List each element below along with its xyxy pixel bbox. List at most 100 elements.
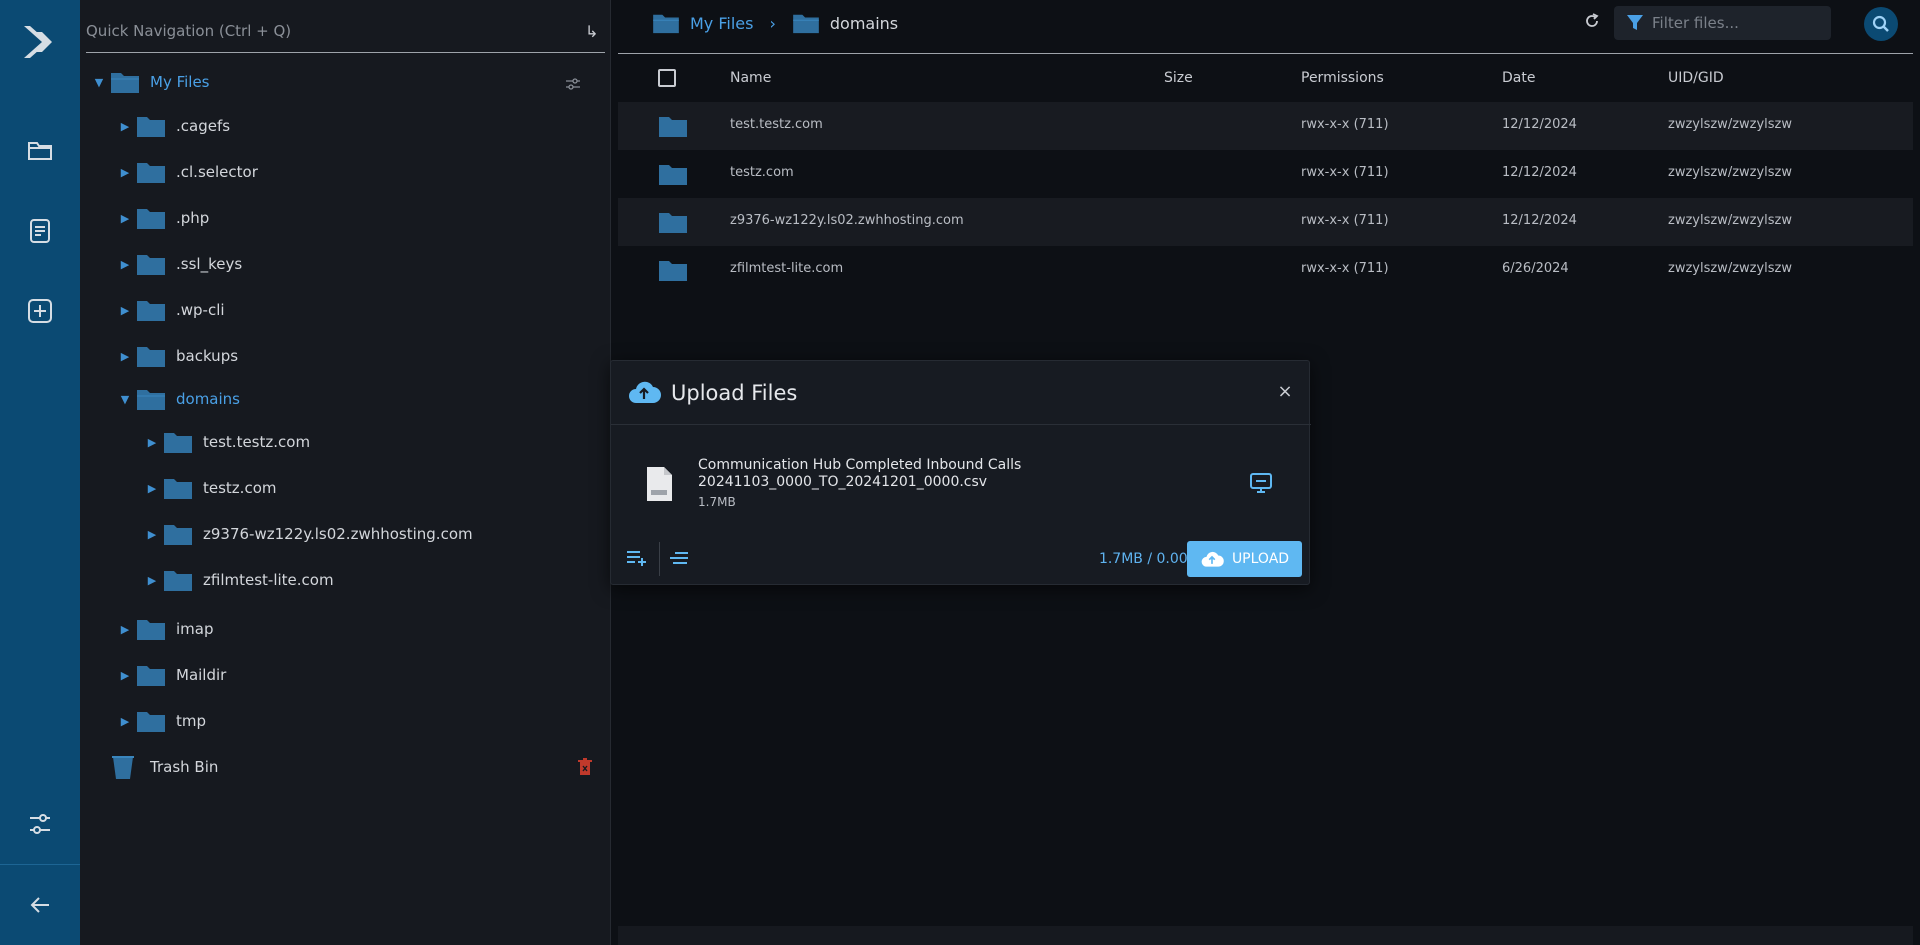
folder-icon [137,163,165,183]
column-header-permissions[interactable]: Permissions [1301,70,1384,86]
empty-trash-delete-icon[interactable] [578,758,594,776]
tree-item-test-testz[interactable]: ▶ test.testz.com [143,424,310,460]
quick-navigation-input[interactable]: Quick Navigation (Ctrl + Q) [86,22,585,40]
caret-down-icon[interactable]: ▼ [116,393,134,406]
tree-item-wp-cli[interactable]: ▶ .wp-cli [116,292,225,328]
cell-permissions: rwx-x-x (711) [1301,213,1389,228]
tree-options-sliders-icon[interactable] [565,76,581,92]
folder-icon [164,525,192,545]
cell-permissions: rwx-x-x (711) [1301,117,1389,132]
tree-label: My Files [150,73,210,91]
cell-permissions: rwx-x-x (711) [1301,165,1389,180]
upload-files-dialog: Upload Files × Communication Hub Complet… [610,360,1311,585]
table-row[interactable]: z9376-wz122y.ls02.zwhhosting.com rwx-x-x… [618,198,1913,246]
caret-right-icon[interactable]: ▶ [116,166,134,179]
folder-icon [164,479,192,499]
tree-item-maildir[interactable]: ▶ Maildir [116,657,226,693]
tree-item-tmp[interactable]: ▶ tmp [116,703,206,739]
caret-right-icon[interactable]: ▶ [116,623,134,636]
tree-label: z9376-wz122y.ls02.zwhhosting.com [203,525,473,543]
folder-icon [137,117,165,137]
cell-name: testz.com [730,165,794,180]
caret-right-icon[interactable]: ▶ [143,528,161,541]
search-button[interactable] [1864,7,1898,41]
cell-date: 12/12/2024 [1502,165,1577,180]
upload-button[interactable]: UPLOAD [1187,541,1302,577]
tree-item-backups[interactable]: ▶ backups [116,338,238,374]
tree-label: .ssl_keys [176,255,243,273]
column-header-name[interactable]: Name [730,70,771,86]
folder-icon [137,301,165,321]
select-all-checkbox[interactable] [658,69,676,87]
collapse-arrow-left-icon[interactable] [26,891,54,919]
caret-right-icon[interactable]: ▶ [116,304,134,317]
add-new-icon[interactable] [26,297,54,325]
breadcrumb: My Files › domains [652,10,898,36]
dialog-header: Upload Files × [611,361,1311,425]
cell-date: 6/26/2024 [1502,261,1569,276]
caret-right-icon[interactable]: ▶ [116,350,134,363]
search-icon [1872,15,1889,32]
column-header-uid-gid[interactable]: UID/GID [1668,70,1724,86]
folder-open-icon [653,14,679,34]
cell-permissions: rwx-x-x (711) [1301,261,1389,276]
tree-item-cl-selector[interactable]: ▶ .cl.selector [116,154,258,190]
caret-right-icon[interactable]: ▶ [143,482,161,495]
quick-navigation[interactable]: Quick Navigation (Ctrl + Q) ↳ [86,10,605,53]
upload-progress-text: 1.7MB / 0.00% [1098,551,1201,567]
trash-can-icon [112,756,134,779]
table-row[interactable]: testz.com rwx-x-x (711) 12/12/2024 zwzyl… [618,150,1913,198]
filter-files-input[interactable] [1652,14,1812,32]
tree-label: .php [176,209,210,227]
tree-label: Maildir [176,666,227,684]
cell-uid-gid: zwzylszw/zwzylszw [1668,213,1793,228]
tree-item-z9376[interactable]: ▶ z9376-wz122y.ls02.zwhhosting.com [143,516,473,552]
tree-item-cagefs[interactable]: ▶ .cagefs [116,108,230,144]
filter-box[interactable] [1614,6,1831,40]
enter-arrow-icon[interactable]: ↳ [585,22,605,41]
breadcrumb-my-files[interactable]: My Files [690,14,753,33]
folder-open-icon [111,73,139,93]
notes-document-icon[interactable] [26,217,54,245]
upload-file-size: 1.7MB [698,495,736,509]
clear-list-icon[interactable] [669,549,691,569]
table-row[interactable]: zfilmtest-lite.com rwx-x-x (711) 6/26/20… [618,246,1913,294]
files-folder-icon[interactable] [26,136,54,164]
caret-right-icon[interactable]: ▶ [116,212,134,225]
caret-right-icon[interactable]: ▶ [143,436,161,449]
column-header-size[interactable]: Size [1164,70,1193,86]
cell-uid-gid: zwzylszw/zwzylszw [1668,261,1793,276]
bottom-scroll-strip[interactable] [618,926,1913,945]
caret-right-icon[interactable]: ▶ [116,120,134,133]
tree-root-my-files[interactable]: ▼ My Files [90,64,210,100]
caret-right-icon[interactable]: ▶ [116,258,134,271]
tree-label: imap [176,620,214,638]
tree-item-zfilmtest[interactable]: ▶ zfilmtest-lite.com [143,562,334,598]
upload-file-name: Communication Hub Completed Inbound Call… [698,457,1078,491]
tree-item-trash-bin[interactable]: Trash Bin [112,749,218,785]
caret-right-icon[interactable]: ▶ [143,574,161,587]
add-to-queue-icon[interactable] [626,549,648,569]
tree-item-domains[interactable]: ▼ domains [116,381,240,417]
table-row[interactable]: test.testz.com rwx-x-x (711) 12/12/2024 … [618,102,1913,150]
folder-icon [659,213,687,233]
top-bar: My Files › domains [618,0,1913,54]
tree-item-ssl-keys[interactable]: ▶ .ssl_keys [116,246,242,282]
chevron-right-icon: › [769,13,776,33]
settings-sliders-icon[interactable] [26,810,54,838]
rail-divider [0,864,80,865]
column-header-date[interactable]: Date [1502,70,1535,86]
app-logo-icon[interactable] [20,22,60,62]
refresh-icon[interactable] [1584,13,1604,33]
cell-uid-gid: zwzylszw/zwzylszw [1668,165,1793,180]
close-icon[interactable]: × [1275,381,1295,402]
tree-item-testz[interactable]: ▶ testz.com [143,470,276,506]
tree-item-php[interactable]: ▶ .php [116,200,209,236]
tree-item-imap[interactable]: ▶ imap [116,611,214,647]
caret-right-icon[interactable]: ▶ [116,669,134,682]
caret-right-icon[interactable]: ▶ [116,715,134,728]
preview-monitor-icon[interactable] [1249,472,1273,494]
folder-icon [137,666,165,686]
folder-icon [137,620,165,640]
caret-down-icon[interactable]: ▼ [90,76,108,89]
